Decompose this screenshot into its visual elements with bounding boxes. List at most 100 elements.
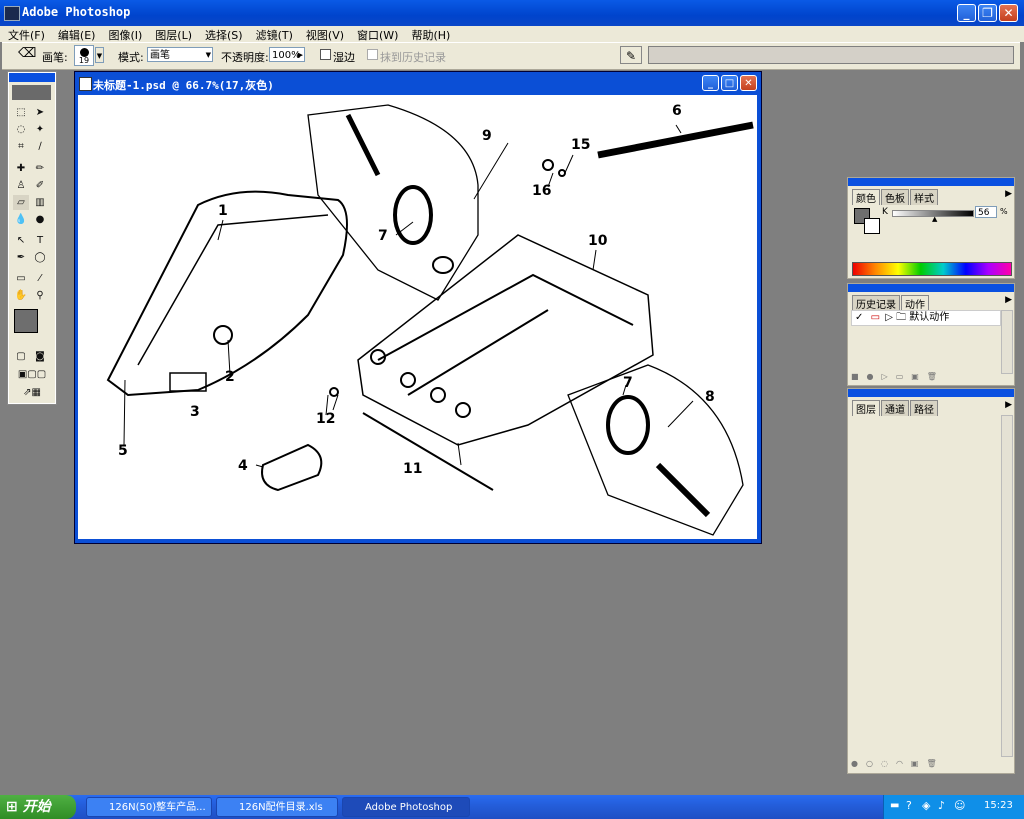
callout-4: 4 [238,458,248,474]
dodge-tool-icon[interactable]: ● [32,212,48,227]
bolt-part [329,387,339,397]
tab-paths[interactable]: 路径 [910,400,938,416]
healing-brush-icon[interactable]: ✚ [13,161,29,176]
mode-label: 模式: [118,51,144,64]
windows-logo-icon: ⊞ [6,799,18,815]
foreground-color-swatch[interactable] [14,309,38,333]
crop-tool-icon[interactable]: ⌗ [13,139,29,154]
callout-6: 6 [672,103,682,119]
opacity-value: 100% [272,50,301,61]
tab-history[interactable]: 历史记录 [852,295,900,311]
minimize-button[interactable]: _ [957,4,976,22]
brush-palette-icon[interactable]: ✎ [620,46,642,64]
history-brush-icon[interactable]: ✐ [32,178,48,193]
layers-footer-buttons[interactable]: ●○◌◠▣🗑 [851,759,1011,770]
doc-maximize-button[interactable]: □ [721,75,738,91]
stamp-tool-icon[interactable]: ♙ [13,178,29,193]
tab-styles[interactable]: 样式 [910,189,938,205]
menu-file[interactable]: 文件(F) [0,26,50,42]
eraser-tool-icon[interactable]: ▱ [13,195,29,210]
slice-tool-icon[interactable]: ∕ [32,139,48,154]
screen-mode-icon[interactable]: ▣▢▢ [13,367,51,382]
standard-mode-icon[interactable]: ▢ [13,349,29,364]
actions-scrollbar[interactable] [1001,310,1013,374]
keyboard-icon[interactable]: ▬ [890,800,899,811]
axle-part [362,412,494,491]
menu-view[interactable]: 视图(V) [298,26,349,42]
brush-picker[interactable]: 19 [74,45,94,66]
zoom-tool-icon[interactable]: ⚲ [32,288,48,303]
move-tool-icon[interactable]: ➤ [32,105,48,120]
menu-layer[interactable]: 图层(L) [147,26,197,42]
close-button[interactable]: ✕ [999,4,1018,22]
callout-1: 1 [218,203,228,219]
doc-minimize-button[interactable]: _ [702,75,719,91]
tab-layers[interactable]: 图层 [852,400,880,416]
network-icon[interactable]: ◈ [922,799,930,812]
menu-help[interactable]: 帮助(H) [403,26,455,42]
k-value-field[interactable]: 56 [975,206,997,218]
opacity-field[interactable]: 100% ▶ [269,47,305,62]
volume-icon[interactable]: ♪ [938,799,945,812]
document-canvas[interactable]: 1 2 3 4 5 6 7 7 8 9 10 11 12 15 16 [78,95,757,539]
magic-wand-icon[interactable]: ✦ [32,122,48,137]
tab-swatches[interactable]: 色板 [881,189,909,205]
chain-case-part [106,190,348,397]
pen-tool-icon[interactable]: ✒ [13,250,29,265]
gradient-tool-icon[interactable]: ▥ [32,195,48,210]
document-window: 未标题-1.psd @ 66.7%(17,灰色) _ □ ✕ 1 2 3 4 5… [74,71,762,544]
task-button-photoshop[interactable]: Adobe Photoshop [342,797,470,817]
start-button[interactable]: ⊞ 开始 [0,795,76,819]
erase-history-checkbox[interactable] [367,49,378,60]
color-ramp[interactable] [852,262,1012,276]
shape-tool-icon[interactable]: ◯ [32,250,48,265]
actions-footer-buttons[interactable]: ■●▷▭▣🗑 [851,372,1011,383]
restore-button[interactable]: ❐ [978,4,997,22]
task-button-excel[interactable]: 126N配件目录.xls [216,797,338,817]
menu-select[interactable]: 选择(S) [197,26,248,42]
tab-actions[interactable]: 动作 [901,295,929,311]
taskbar: ⊞ 开始 126N(50)整车产品... 126N配件目录.xls Adobe … [0,795,1024,819]
doc-close-button[interactable]: ✕ [740,75,757,91]
marquee-tool-icon[interactable]: ⬚ [13,105,29,120]
lasso-tool-icon[interactable]: ◌ [13,122,29,137]
callout-12: 12 [316,411,335,427]
notes-tool-icon[interactable]: ▭ [13,271,29,286]
bg-swatch[interactable] [864,218,880,234]
panel-menu-icon[interactable]: ▶ [1005,295,1012,305]
menu-window[interactable]: 窗口(W) [349,26,403,42]
document-title: 未标题-1.psd @ 66.7%(17,灰色) [93,79,274,92]
eraser-icon[interactable]: ⌫ [18,46,36,61]
menu-image[interactable]: 图像(I) [100,26,147,42]
type-tool-icon[interactable]: T [32,233,48,248]
path-select-icon[interactable]: ↖ [13,233,29,248]
expand-triangle-icon: ▷ [885,312,893,323]
tab-channels[interactable]: 通道 [881,400,909,416]
hand-tool-icon[interactable]: ✋ [13,288,29,303]
adobe-online-icon[interactable] [12,85,51,100]
quick-mask-icon[interactable]: ◙ [32,349,48,364]
task-button-word[interactable]: 126N(50)整车产品... [86,797,212,817]
panel-menu-icon[interactable]: ▶ [1005,400,1012,410]
layers-scrollbar[interactable] [1001,415,1013,757]
toolbox-header [9,73,55,82]
brush-tool-icon[interactable]: ✏ [32,161,48,176]
eyedropper-icon[interactable]: ⁄ [32,271,48,286]
blur-tool-icon[interactable]: 💧 [13,212,29,227]
brush-dropdown-button[interactable]: ▼ [95,47,104,63]
app-title-bar: Adobe Photoshop _ ❐ ✕ [0,0,1024,26]
jump-to-imageready-icon[interactable]: ⇗▦ [13,385,51,400]
wet-edges-checkbox[interactable] [320,49,331,60]
user-icon[interactable]: ☺ [954,799,965,812]
panel-menu-icon[interactable]: ▶ [1005,189,1012,199]
menu-filter[interactable]: 滤镜(T) [248,26,298,42]
percent-label: % [1000,207,1008,216]
slider-handle-icon[interactable]: ▲ [932,215,937,223]
toolbox: ⬚ ➤ ◌ ✦ ⌗ ∕ ✚ ✏ ♙ ✐ ▱ ▥ 💧 ● ↖ T ✒ ◯ ▭ ⁄ … [7,71,57,405]
layers-panel: 图层 通道 路径 ▶ ●○◌◠▣🗑 [847,388,1015,774]
action-set-row[interactable]: ✓ ▭ ▷ 🗀 默认动作 [851,310,1001,326]
menu-edit[interactable]: 编辑(E) [50,26,101,42]
mode-select[interactable]: 画笔 ▼ [147,47,213,62]
tab-color[interactable]: 颜色 [852,189,880,205]
help-icon[interactable]: ? [906,799,912,812]
